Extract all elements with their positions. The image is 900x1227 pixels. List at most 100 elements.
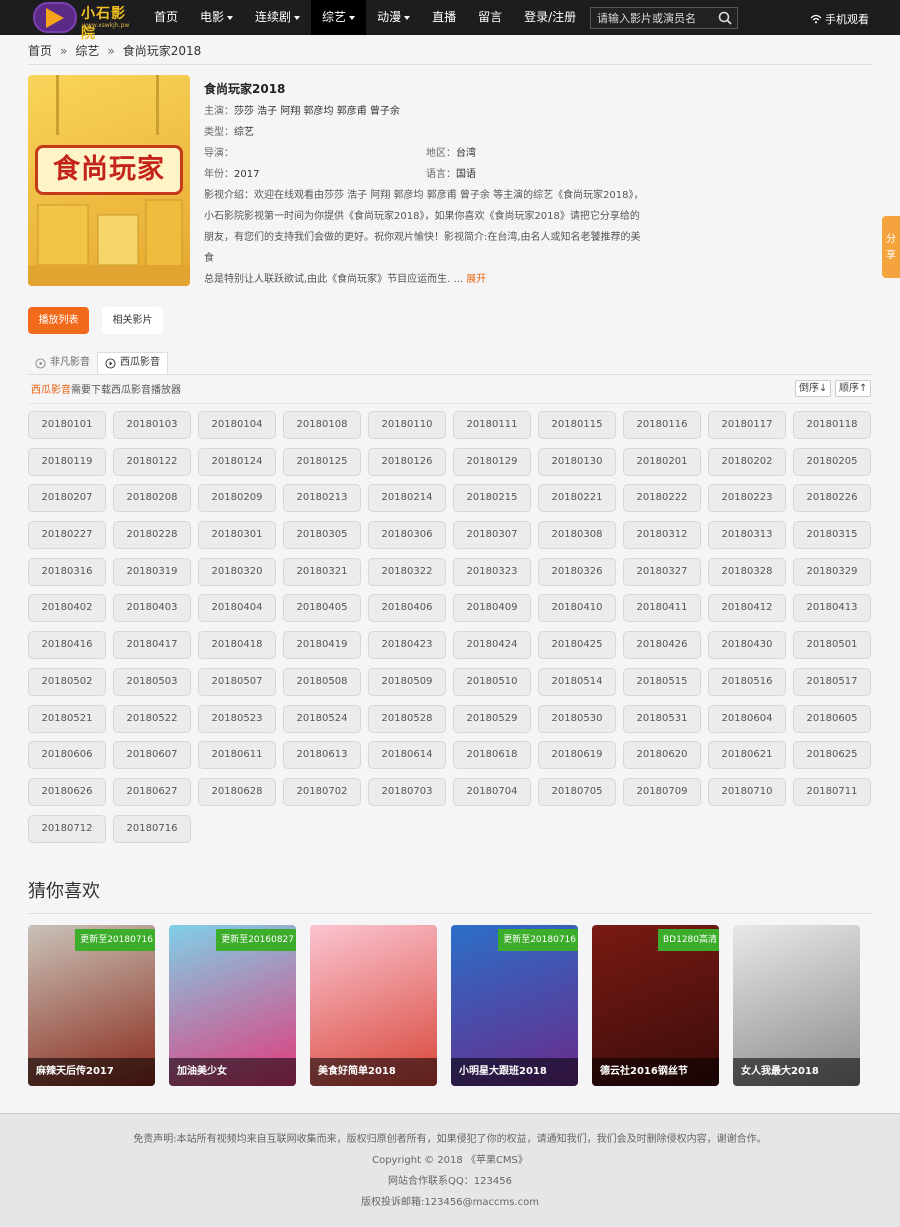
episode-button[interactable]: 20180301 [198,521,276,550]
sort-desc-button[interactable]: 倒序↓ [795,380,832,397]
episode-button[interactable]: 20180516 [708,667,786,696]
episode-button[interactable]: 20180530 [538,704,616,733]
type-value[interactable]: 综艺 [234,127,254,138]
episode-button[interactable]: 20180214 [368,484,446,513]
site-logo[interactable]: 小石影院 www.xswkjh.pw [33,2,137,42]
sort-asc-button[interactable]: 顺序↑ [835,380,872,397]
search-icon[interactable] [717,10,733,26]
breadcrumb-home[interactable]: 首页 [28,44,52,58]
episode-button[interactable]: 20180208 [113,484,191,513]
episode-button[interactable]: 20180702 [283,777,361,806]
episode-button[interactable]: 20180110 [368,411,446,439]
expand-link[interactable]: 展开 [466,274,486,285]
episode-button[interactable]: 20180228 [113,521,191,550]
nav-item[interactable]: 登录/注册 [513,0,587,35]
episode-button[interactable]: 20180430 [708,631,786,660]
nav-item[interactable]: 综艺 [311,0,367,35]
episode-button[interactable]: 20180130 [538,447,616,476]
show-poster[interactable]: 食尚玩家 [28,75,190,286]
episode-button[interactable]: 20180521 [28,704,106,733]
episode-button[interactable]: 20180517 [793,667,871,696]
source-tab[interactable]: 非凡影音 [28,352,97,374]
nav-item[interactable]: 首页 [143,0,189,35]
episode-button[interactable]: 20180209 [198,484,276,513]
episode-button[interactable]: 20180709 [623,777,701,806]
episode-button[interactable]: 20180605 [793,704,871,733]
episode-button[interactable]: 20180409 [453,594,531,623]
episode-button[interactable]: 20180419 [283,631,361,660]
recommend-item[interactable]: 更新至20180716 小明星大跟班2018 [451,925,578,1086]
episode-button[interactable]: 20180402 [28,594,106,623]
episode-button[interactable]: 20180406 [368,594,446,623]
episode-button[interactable]: 20180124 [198,447,276,476]
episode-button[interactable]: 20180205 [793,447,871,476]
episode-button[interactable]: 20180514 [538,667,616,696]
episode-button[interactable]: 20180202 [708,447,786,476]
episode-button[interactable]: 20180316 [28,557,106,586]
share-button[interactable]: 分享 [882,216,900,278]
episode-button[interactable]: 20180404 [198,594,276,623]
episode-button[interactable]: 20180126 [368,447,446,476]
episode-button[interactable]: 20180515 [623,667,701,696]
episode-button[interactable]: 20180426 [623,631,701,660]
episode-button[interactable]: 20180307 [453,521,531,550]
episode-button[interactable]: 20180103 [113,411,191,439]
episode-button[interactable]: 20180501 [793,631,871,660]
episode-button[interactable]: 20180308 [538,521,616,550]
nav-item[interactable]: 留言 [467,0,513,35]
episode-button[interactable]: 20180315 [793,521,871,550]
episode-button[interactable]: 20180101 [28,411,106,439]
episode-button[interactable]: 20180405 [283,594,361,623]
episode-button[interactable]: 20180116 [623,411,701,439]
episode-button[interactable]: 20180531 [623,704,701,733]
episode-button[interactable]: 20180606 [28,741,106,770]
episode-button[interactable]: 20180502 [28,667,106,696]
recommend-item[interactable]: BD1280高清 德云社2016钢丝节 [592,925,719,1086]
recommend-item[interactable]: 更新至20180716 麻辣天后传2017 [28,925,155,1086]
episode-button[interactable]: 20180417 [113,631,191,660]
episode-button[interactable]: 20180222 [623,484,701,513]
episode-button[interactable]: 20180111 [453,411,531,439]
episode-button[interactable]: 20180119 [28,447,106,476]
episode-button[interactable]: 20180312 [623,521,701,550]
episode-button[interactable]: 20180321 [283,557,361,586]
episode-button[interactable]: 20180223 [708,484,786,513]
episode-button[interactable]: 20180412 [708,594,786,623]
episode-button[interactable]: 20180403 [113,594,191,623]
episode-button[interactable]: 20180509 [368,667,446,696]
episode-button[interactable]: 20180604 [708,704,786,733]
recommend-item[interactable]: 更新至20160827 加油美少女 [169,925,296,1086]
episode-button[interactable]: 20180618 [453,741,531,770]
episode-button[interactable]: 20180227 [28,521,106,550]
cast-value[interactable]: 莎莎 浩子 阿翔 郭彦均 郭彦甫 曾子余 [234,106,400,117]
episode-button[interactable]: 20180716 [113,814,191,843]
recommend-item[interactable]: 女人我最大2018 [733,925,860,1086]
episode-button[interactable]: 20180207 [28,484,106,513]
episode-button[interactable]: 20180625 [793,741,871,770]
episode-button[interactable]: 20180522 [113,704,191,733]
episode-button[interactable]: 20180201 [623,447,701,476]
episode-button[interactable]: 20180410 [538,594,616,623]
episode-button[interactable]: 20180305 [283,521,361,550]
episode-button[interactable]: 20180524 [283,704,361,733]
episode-button[interactable]: 20180627 [113,777,191,806]
episode-button[interactable]: 20180619 [538,741,616,770]
nav-item[interactable]: 连续剧 [244,0,311,35]
episode-button[interactable]: 20180329 [793,557,871,586]
episode-button[interactable]: 20180710 [708,777,786,806]
breadcrumb-category[interactable]: 综艺 [75,44,99,58]
episode-button[interactable]: 20180117 [708,411,786,439]
episode-button[interactable]: 20180125 [283,447,361,476]
episode-button[interactable]: 20180425 [538,631,616,660]
episode-button[interactable]: 20180614 [368,741,446,770]
episode-button[interactable]: 20180104 [198,411,276,439]
episode-button[interactable]: 20180221 [538,484,616,513]
episode-button[interactable]: 20180620 [623,741,701,770]
episode-button[interactable]: 20180423 [368,631,446,660]
episode-button[interactable]: 20180626 [28,777,106,806]
related-tab[interactable]: 相关影片 [102,307,163,334]
episode-button[interactable]: 20180413 [793,594,871,623]
episode-button[interactable]: 20180122 [113,447,191,476]
episode-button[interactable]: 20180416 [28,631,106,660]
episode-button[interactable]: 20180424 [453,631,531,660]
